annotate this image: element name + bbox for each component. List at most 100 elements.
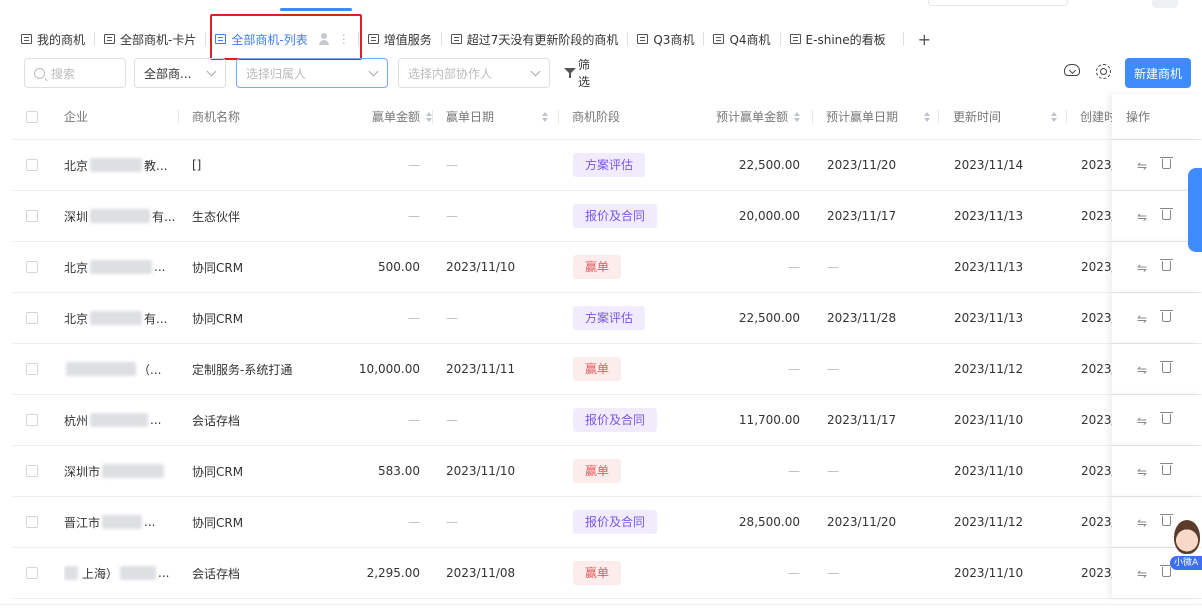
trash-icon[interactable] [1160, 208, 1173, 220]
view-tab[interactable]: 全部商机-卡片 [95, 24, 205, 54]
collaborator-select[interactable]: 选择内部协作人 [398, 58, 550, 88]
assistant-widget[interactable]: 小微A [1170, 520, 1202, 574]
filter-button[interactable]: 筛选 [564, 58, 594, 89]
trash-icon[interactable] [1160, 157, 1173, 169]
stage-tag[interactable]: 报价及合同 [573, 204, 658, 228]
stage-tag[interactable]: 报价及合同 [573, 510, 658, 534]
view-tab-label: Q4商机 [729, 32, 771, 47]
row-checkbox[interactable] [26, 363, 38, 375]
swap-icon[interactable]: ⇋ [1137, 516, 1147, 530]
row-checkbox[interactable] [26, 516, 38, 528]
sort-icon[interactable] [1051, 112, 1057, 122]
assistant-label: 小微A [1170, 556, 1202, 570]
table-row[interactable]: 北京 教... [] — — 方案评估 22,500.00 2023/11/20… [12, 140, 1202, 191]
table-row[interactable]: 杭州 ... 会话存档 — — 报价及合同 11,700.00 2023/11/… [12, 395, 1202, 446]
table-row[interactable]: 晋江市 ... 协同CRM — — 报价及合同 28,500.00 2023/1… [12, 497, 1202, 548]
trash-icon[interactable] [1160, 361, 1173, 373]
company-suffix: 有... [152, 209, 176, 224]
table-row[interactable]: 深圳 有... 生态伙伴 — — 报价及合同 20,000.00 2023/11… [12, 191, 1202, 242]
company-cell: 北京 教... [64, 140, 178, 190]
new-opportunity-button[interactable]: 新建商机 [1125, 58, 1191, 88]
select-all-checkbox[interactable] [26, 110, 38, 123]
cloud-download-icon[interactable] [1064, 64, 1080, 76]
opportunity-name[interactable]: [] [192, 140, 332, 190]
scope-select[interactable]: 全部商... [134, 58, 226, 88]
table-row[interactable]: 北京 ... 协同CRM 500.00 2023/11/10 赢单 — — 20… [12, 242, 1202, 293]
opportunity-name[interactable]: 定制服务-系统打通 [192, 344, 332, 394]
table-row[interactable]: （... 定制服务-系统打通 10,000.00 2023/11/11 赢单 —… [12, 344, 1202, 395]
row-checkbox[interactable] [26, 261, 38, 273]
col-expected-amount[interactable]: 预计赢单金额 [672, 94, 800, 139]
opportunity-name[interactable]: 协同CRM [192, 242, 332, 292]
swap-icon[interactable]: ⇋ [1137, 567, 1147, 581]
gear-icon[interactable] [1096, 64, 1111, 79]
view-tab[interactable]: 全部商机-列表 ⋮ [206, 24, 357, 54]
stage-tag[interactable]: 方案评估 [573, 153, 646, 177]
col-amount[interactable]: 赢单金额 [342, 94, 432, 139]
swap-icon[interactable]: ⇋ [1137, 465, 1147, 479]
table-row[interactable]: 上海） ... 会话存档 2,295.00 2023/11/08 赢单 — — … [12, 548, 1202, 599]
view-tab[interactable]: E-shine的看板 [781, 24, 895, 54]
swap-icon[interactable]: ⇋ [1137, 210, 1147, 224]
swap-icon[interactable]: ⇋ [1137, 261, 1147, 275]
stage-tag[interactable]: 方案评估 [573, 306, 646, 330]
row-checkbox[interactable] [26, 159, 38, 171]
row-checkbox[interactable] [26, 414, 38, 426]
trash-icon[interactable] [1160, 310, 1173, 322]
swap-icon[interactable]: ⇋ [1137, 363, 1147, 377]
table-row[interactable]: 北京 有... 协同CRM — — 方案评估 22,500.00 2023/11… [12, 293, 1202, 344]
redacted-block [64, 566, 78, 580]
created-time: 2023/ [1081, 566, 1113, 580]
view-tab[interactable]: 增值服务 [359, 24, 441, 54]
company-suffix: ... [158, 566, 170, 580]
more-dots-icon[interactable]: ⋮ [338, 32, 350, 46]
add-tab-button[interactable]: + [918, 30, 931, 49]
opportunity-name[interactable]: 会话存档 [192, 395, 332, 445]
table-row[interactable]: 深圳市 协同CRM 583.00 2023/11/10 赢单 — — 2023/… [12, 446, 1202, 497]
swap-icon[interactable]: ⇋ [1137, 159, 1147, 173]
search-input[interactable]: 搜索 [24, 58, 126, 88]
row-checkbox[interactable] [26, 567, 38, 579]
side-drawer-tab[interactable] [1188, 168, 1202, 252]
col-updated[interactable]: 更新时间 [953, 94, 1053, 139]
view-tab[interactable]: Q4商机 [704, 24, 779, 54]
stage-tag[interactable]: 赢单 [573, 459, 622, 483]
redacted-block [102, 515, 143, 529]
view-tab[interactable]: 我的商机 [12, 24, 94, 54]
trash-icon[interactable] [1160, 259, 1173, 271]
updated-time: 2023/11/12 [954, 515, 1024, 529]
col-expected-date[interactable]: 预计赢单日期 [826, 94, 936, 139]
opportunity-name[interactable]: 会话存档 [192, 548, 332, 598]
sort-icon[interactable] [794, 111, 800, 122]
row-checkbox[interactable] [26, 465, 38, 477]
company-suffix: ... [150, 413, 162, 427]
stage-tag[interactable]: 报价及合同 [573, 408, 658, 432]
updated-time: 2023/11/10 [954, 566, 1024, 580]
owner-select[interactable]: 选择归属人 [236, 58, 388, 88]
col-win-date[interactable]: 赢单日期 [446, 94, 556, 139]
view-tab[interactable]: 超过7天没有更新阶段的商机 [442, 24, 628, 54]
row-checkbox[interactable] [26, 312, 38, 324]
person-icon[interactable] [318, 33, 330, 45]
opportunity-name[interactable]: 生态伙伴 [192, 191, 332, 241]
chevron-down-icon [206, 66, 217, 77]
stage-tag[interactable]: 赢单 [573, 561, 622, 585]
swap-icon[interactable]: ⇋ [1137, 312, 1147, 326]
company-cell: 北京 ... [64, 242, 178, 292]
sort-icon[interactable] [542, 112, 548, 122]
opportunity-name[interactable]: 协同CRM [192, 293, 332, 343]
stage-tag[interactable]: 赢单 [573, 255, 622, 279]
trash-icon[interactable] [1160, 463, 1173, 475]
stage-tag[interactable]: 赢单 [573, 357, 622, 381]
expected-date: — [827, 566, 839, 580]
created-time: 2023/ [1081, 311, 1113, 325]
sort-icon[interactable] [924, 112, 930, 122]
opportunity-name[interactable]: 协同CRM [192, 497, 332, 547]
trash-icon[interactable] [1160, 412, 1173, 424]
opportunity-name[interactable]: 协同CRM [192, 446, 332, 496]
view-tab[interactable]: Q3商机 [628, 24, 703, 54]
expected-date: — [827, 362, 839, 376]
row-checkbox[interactable] [26, 210, 38, 222]
swap-icon[interactable]: ⇋ [1137, 414, 1147, 428]
win-date: 2023/11/11 [446, 362, 516, 376]
